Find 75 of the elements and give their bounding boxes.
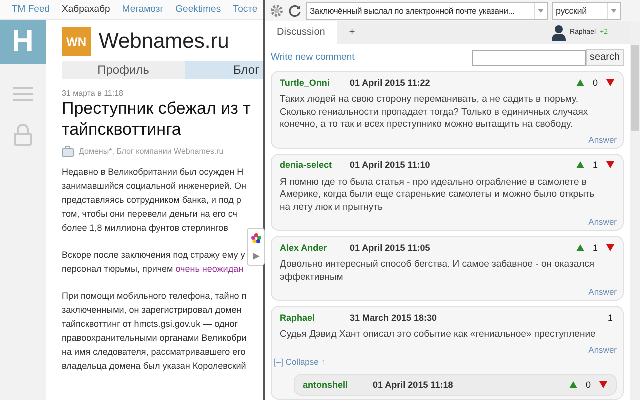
article-text: владельца домена был указан Королевский: [62, 360, 246, 373]
comment-date: 01 April 2015 11:22: [350, 78, 430, 88]
upvote-icon[interactable]: [576, 161, 585, 169]
upvote-icon[interactable]: [576, 244, 585, 252]
comment-date: 31 March 2015 18:30: [350, 312, 438, 322]
vote-controls: 1: [576, 242, 617, 252]
hub-list: Домены*, Блог компании Webnames.ru: [79, 147, 224, 156]
nav-link[interactable]: Тосте: [233, 4, 258, 15]
article-text: правоохранительными органами Великобри: [62, 332, 247, 345]
scroll-thumb[interactable]: [631, 45, 639, 131]
nav-link[interactable]: Хабрахабр: [62, 4, 110, 15]
answer-link[interactable]: Answer: [588, 287, 617, 297]
comment-text: Таких людей на свою сторону переманивать, а не садить в тюрьму. Сколько гениальности пропадает тогда? Только в единичных случаях конечно, а то так и всех преступнико можно вытащить на свободу.: [280, 94, 590, 132]
article-text: том, чтобы они перевели деньги на его сч: [62, 208, 238, 221]
answer-link[interactable]: Answer: [588, 134, 617, 144]
profile-tab[interactable]: Блог: [185, 61, 263, 79]
article-text: При помощи мобильного телефона, тайно п: [62, 290, 247, 303]
post-title: Преступник сбежал из т: [62, 98, 251, 119]
comment-text: Довольно интересный способ бегства. И самое забавное - он оказался эффективным: [280, 259, 596, 284]
add-tab[interactable]: +: [337, 21, 368, 44]
dropdown-icon[interactable]: [607, 2, 620, 18]
answer-link[interactable]: Answer: [588, 344, 617, 354]
downvote-icon[interactable]: [599, 381, 608, 389]
search-button[interactable]: search: [586, 49, 624, 66]
language-select[interactable]: русский: [552, 2, 621, 20]
comment-text: Я помню где то была статья - про идеально ограбление в самолете в Америке, когда были еще старенькие самолеты и можно было открыть на лету люк и прыгнуть: [280, 176, 596, 214]
briefcase-icon: [62, 146, 74, 157]
vote-controls: 0: [568, 380, 610, 390]
refresh-icon[interactable]: [288, 4, 302, 18]
comment-date: 01 April 2015 11:05: [350, 242, 430, 252]
article-link[interactable]: очень неожидан: [176, 264, 244, 274]
article-text: на имя следователя, рассматривавшего его: [62, 346, 246, 359]
company-name: Webnames.ru: [99, 30, 230, 54]
article-text: более 1,8 миллиона фунтов стерлингов: [62, 222, 228, 235]
page-select[interactable]: Заключённый выслал по электронной почте указани...: [306, 2, 548, 20]
profile-tab[interactable]: Профиль: [62, 61, 185, 79]
vote-controls: 1: [608, 312, 617, 322]
upvote-icon[interactable]: [568, 381, 578, 389]
vote-controls: 1: [576, 160, 617, 170]
comment-author[interactable]: Alex Ander: [280, 242, 344, 252]
article-text: занимавшийся социальной инженерией. Он: [62, 180, 247, 193]
vote-controls: 0: [576, 78, 617, 88]
downvote-icon[interactable]: [606, 161, 615, 169]
dropdown-icon[interactable]: [534, 2, 547, 18]
comment-date: 01 April 2015 11:18: [373, 380, 454, 390]
user-icon[interactable]: [552, 24, 566, 40]
nav-link[interactable]: TM Feed: [12, 4, 50, 15]
article-text: представляясь сотрудником банка, и под р: [62, 194, 242, 207]
comment-author[interactable]: antonshell: [303, 380, 367, 390]
post-date: 31 марта в 11:18: [62, 89, 124, 98]
discussion-tab[interactable]: Discussion: [265, 21, 338, 44]
play-icon[interactable]: [252, 252, 260, 261]
upvote-icon[interactable]: [576, 78, 585, 86]
article-text: Недавно в Великобритании был осужден Н: [62, 166, 244, 179]
company-logo: WN: [62, 27, 91, 56]
downvote-icon[interactable]: [606, 244, 615, 252]
write-comment-link[interactable]: Write new comment: [271, 52, 472, 63]
post-title: тайпсквоттинга: [62, 119, 182, 140]
comment-author[interactable]: Turtle_Onni: [280, 78, 344, 88]
collapse-link[interactable]: [–] Collapse ↑: [274, 356, 326, 366]
article-text: тайпсквоттинг от hmcts.gsi.gov.uk — одног: [62, 318, 238, 331]
comment-author[interactable]: denia-select: [280, 160, 344, 170]
nav-link[interactable]: Мегамозг: [122, 4, 164, 15]
comment-author[interactable]: Raphael: [280, 312, 344, 322]
article-text: персонал тюрьмы, причем: [62, 264, 174, 274]
article-text: Вскоре после заключения под стражу ему у: [62, 249, 246, 262]
answer-link[interactable]: Answer: [588, 217, 617, 227]
search-field[interactable]: [472, 50, 586, 66]
article-text: заключенными, он зарегистрировал домен: [62, 304, 242, 317]
downvote-icon[interactable]: [606, 78, 615, 86]
comment-text: Судья Дэвид Хант описал это событие как «гениальное» преступление: [280, 329, 597, 342]
flower-icon[interactable]: [250, 233, 262, 244]
comment-date: 01 April 2015 11:10: [350, 160, 430, 170]
settings-icon[interactable]: [270, 4, 284, 18]
nav-link[interactable]: Geektimes: [176, 4, 222, 15]
